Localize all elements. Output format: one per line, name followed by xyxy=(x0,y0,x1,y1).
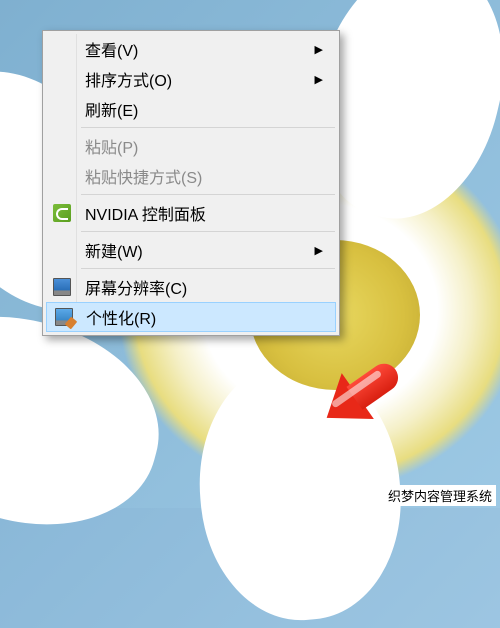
menu-item-paste: 粘贴(P) xyxy=(45,131,337,161)
menu-item-label: 排序方式(O) xyxy=(85,67,315,91)
menu-item-label: NVIDIA 控制面板 xyxy=(85,201,337,225)
menu-item-nvidia[interactable]: NVIDIA 控制面板 xyxy=(45,198,337,228)
menu-item-label: 屏幕分辨率(C) xyxy=(85,275,337,299)
menu-item-paste-shortcut: 粘贴快捷方式(S) xyxy=(45,161,337,191)
desktop-context-menu: 查看(V) ▶ 排序方式(O) ▶ 刷新(E) 粘贴(P) 粘贴快捷方式(S) … xyxy=(42,30,340,336)
menu-item-label: 刷新(E) xyxy=(85,97,337,121)
menu-item-label: 查看(V) xyxy=(85,37,315,61)
menu-item-label: 新建(W) xyxy=(85,238,315,262)
menu-item-refresh[interactable]: 刷新(E) xyxy=(45,94,337,124)
submenu-arrow-icon: ▶ xyxy=(315,244,337,257)
menu-item-new[interactable]: 新建(W) ▶ xyxy=(45,235,337,265)
personalize-icon xyxy=(55,308,73,326)
menu-item-personalize[interactable]: 个性化(R) xyxy=(46,302,336,332)
menu-item-label: 个性化(R) xyxy=(86,305,335,329)
menu-item-sort[interactable]: 排序方式(O) ▶ xyxy=(45,64,337,94)
nvidia-icon xyxy=(53,204,71,222)
submenu-arrow-icon: ▶ xyxy=(315,43,337,56)
menu-item-label: 粘贴快捷方式(S) xyxy=(85,164,337,188)
watermark-text: 织梦内容管理系统 xyxy=(384,485,496,506)
menu-item-view[interactable]: 查看(V) ▶ xyxy=(45,34,337,64)
menu-item-label: 粘贴(P) xyxy=(85,134,337,158)
monitor-icon xyxy=(53,278,71,296)
menu-separator xyxy=(81,268,335,269)
submenu-arrow-icon: ▶ xyxy=(315,73,337,86)
menu-separator xyxy=(81,194,335,195)
menu-item-resolution[interactable]: 屏幕分辨率(C) xyxy=(45,272,337,302)
menu-separator xyxy=(81,231,335,232)
menu-separator xyxy=(81,127,335,128)
